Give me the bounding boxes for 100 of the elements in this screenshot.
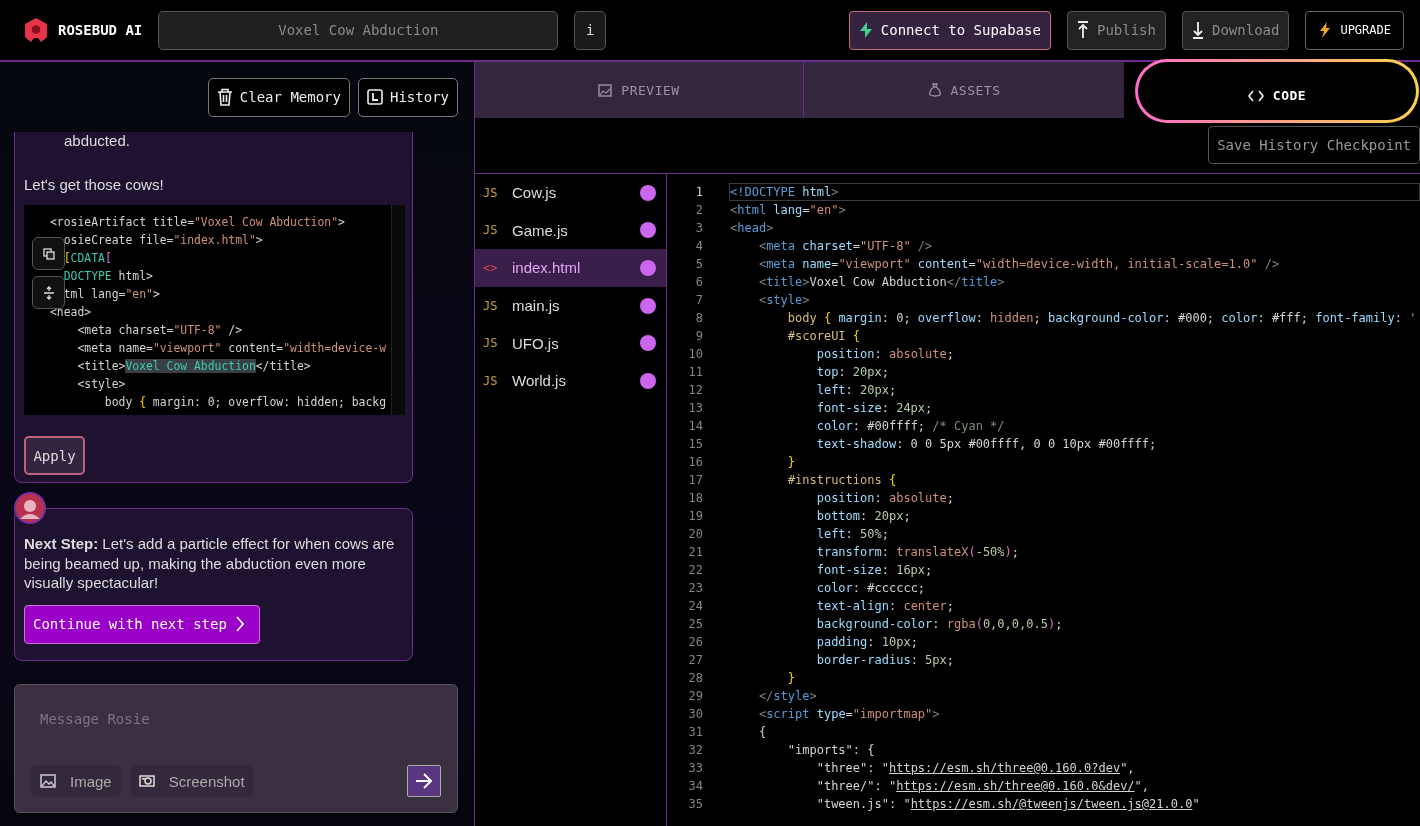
line-number: 17 <box>687 472 703 489</box>
line-number: 32 <box>687 742 703 759</box>
code-line: padding: 10px; <box>815 634 919 651</box>
line-number: 10 <box>687 346 703 363</box>
file-item[interactable]: <> index.html <box>475 249 666 287</box>
file-item[interactable]: JS World.js <box>475 361 666 400</box>
line-number: 8 <box>694 310 703 327</box>
file-name: World.js <box>512 372 567 390</box>
file-item[interactable]: JS UFO.js <box>475 324 666 362</box>
code-line: <style> <box>757 292 811 309</box>
code-line: color: #00ffff; /* Cyan */ <box>815 418 1006 435</box>
attach-button[interactable]: Image <box>31 765 121 797</box>
tab[interactable]: ASSETS <box>804 62 1124 118</box>
file-type-label: JS <box>483 336 499 351</box>
image-icon <box>598 83 613 97</box>
toolbar-button[interactable]: Clear Memory <box>207 77 350 117</box>
copy-button[interactable] <box>32 237 65 270</box>
upload-icon <box>1076 21 1089 39</box>
line-number: 23 <box>687 580 703 597</box>
line-number: 9 <box>694 328 703 345</box>
send-button[interactable] <box>407 765 441 797</box>
code-line: transform: translateX(-50%); <box>815 544 1021 561</box>
message-input[interactable]: Message Rosie <box>31 707 441 731</box>
bolt-icon <box>858 22 873 38</box>
info-button[interactable]: i <box>574 10 607 50</box>
expand-icon <box>42 285 55 300</box>
code-line: font-size: 24px; <box>815 400 934 417</box>
header-button[interactable]: UPGRADE <box>1305 10 1404 50</box>
code-line: #scoreUI { <box>786 328 862 345</box>
file-item[interactable]: JS main.js <box>475 286 666 325</box>
code-line: "three": "https://esm.sh/three@0.160.0?dev", <box>815 760 1136 777</box>
line-number: 5 <box>694 256 703 273</box>
line-number: 24 <box>687 598 703 615</box>
code-line: body { margin: 0; overflow: hidden; backg <box>103 394 388 411</box>
code-line: <title>Voxel Cow Abduction</title> <box>757 274 1006 291</box>
chevron-icon <box>234 616 245 632</box>
scrollbar[interactable] <box>391 205 405 415</box>
file-name: UFO.js <box>512 334 560 352</box>
code-line: <meta charset="UTF-8" /> <box>757 238 934 255</box>
file-name: main.js <box>512 297 561 315</box>
code-line: position: absolute; <box>815 346 955 363</box>
copy-icon <box>42 247 55 260</box>
line-number: 28 <box>687 670 703 687</box>
code-line: body { margin: 0; overflow: hidden; background-color: #000; color: #fff; font-family: ' <box>786 310 1418 327</box>
line-number: 13 <box>687 400 703 417</box>
line-number: 16 <box>687 454 703 471</box>
line-number: 1 <box>694 184 703 201</box>
apply-button[interactable]: Apply <box>24 436 85 475</box>
code-line: <meta name="viewport" content="width=device-w <box>76 340 388 357</box>
attach-button[interactable]: Screenshot <box>129 765 254 797</box>
code-line: #instructions { <box>786 472 898 489</box>
code-line: DOCTYPE html> <box>62 268 154 285</box>
trash-icon <box>216 88 233 106</box>
file-name: Cow.js <box>512 184 558 202</box>
code-line: <meta name="viewport" content="width=device-width, initial-scale=1.0" /> <box>757 256 1281 273</box>
code-line: background-color: rgba(0,0,0,0.5); <box>815 616 1064 633</box>
line-number: 26 <box>687 634 703 651</box>
line-number: 34 <box>687 778 703 795</box>
tab[interactable]: PREVIEW <box>475 62 804 118</box>
bag-icon <box>927 83 942 97</box>
message-text: Let's get those cows! <box>24 176 165 194</box>
header-button[interactable]: Connect to Supabase <box>848 10 1051 50</box>
file-name: Game.js <box>512 221 569 239</box>
line-number: 33 <box>687 760 703 777</box>
line-number: 15 <box>687 436 703 453</box>
line-number: 4 <box>694 238 703 255</box>
code-line: } <box>786 454 797 471</box>
code-line: color: #cccccc; <box>815 580 927 597</box>
project-name-field[interactable]: Voxel Cow Abduction <box>158 10 559 50</box>
image-icon <box>40 774 56 788</box>
logo-icon <box>22 16 50 44</box>
arrow-icon <box>415 773 433 789</box>
code-line: left: 50%; <box>815 526 890 543</box>
save-checkpoint-button[interactable]: Save History Checkpoint <box>1208 126 1420 164</box>
file-item[interactable]: JS Cow.js <box>475 174 666 212</box>
code-line: tml lang="en"> <box>62 286 161 303</box>
download-icon <box>1192 21 1204 39</box>
code-line: [CDATA[ <box>62 250 113 267</box>
lightning-icon <box>1318 22 1333 38</box>
continue-button[interactable]: Continue with next step <box>24 604 260 644</box>
toolbar-button[interactable]: History <box>358 77 458 117</box>
line-number: 18 <box>687 490 703 507</box>
code-line: <rosieArtifact title="Voxel Cow Abduction"> <box>50 214 346 231</box>
code-line: border-radius: 5px; <box>815 652 955 669</box>
code-line: osieCreate file="index.html"> <box>62 232 264 249</box>
code-line: "tween.js": "https://esm.sh/@tweenjs/tween.js@21.0.0" <box>815 796 1201 813</box>
line-number: 6 <box>694 274 703 291</box>
code-line: font-size: 16px; <box>815 562 934 579</box>
line-number: 31 <box>687 724 703 741</box>
code-line: text-align: center; <box>815 598 955 615</box>
file-type-label: JS <box>483 223 499 238</box>
line-number: 25 <box>687 616 703 633</box>
line-number: 7 <box>694 292 703 309</box>
file-item[interactable]: JS Game.js <box>475 211 666 250</box>
code-line: <script type="importmap"> <box>757 706 941 723</box>
code-icon <box>1247 89 1264 102</box>
line-number: 22 <box>687 562 703 579</box>
file-type-label: JS <box>483 185 499 200</box>
file-type-label: JS <box>483 298 499 313</box>
code-line: </style> <box>757 688 818 705</box>
